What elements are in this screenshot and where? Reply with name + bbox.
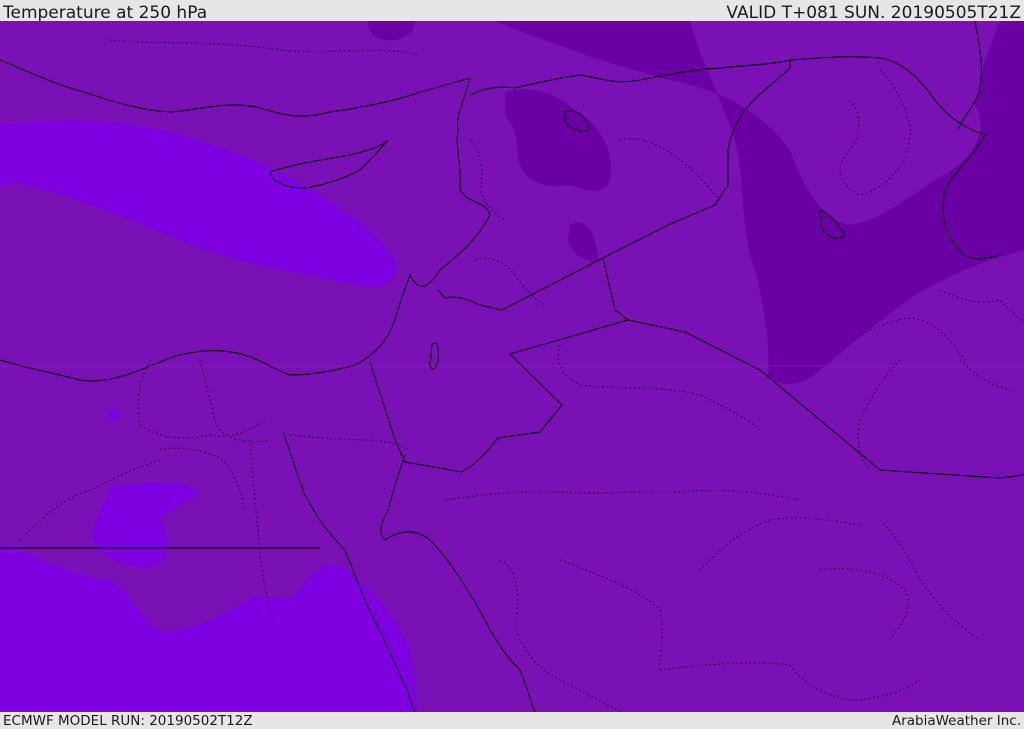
header-bar: Temperature at 250 hPa VALID T+081 SUN. … xyxy=(0,0,1024,23)
map-title: Temperature at 250 hPa xyxy=(3,3,208,23)
weather-map[interactable] xyxy=(0,21,1024,712)
model-run-label: ECMWF MODEL RUN: 20190502T12Z xyxy=(3,713,253,729)
credit-label: ArabiaWeather Inc. xyxy=(891,713,1021,729)
map-canvas xyxy=(0,21,1024,712)
footer-bar: ECMWF MODEL RUN: 20190502T12Z ArabiaWeat… xyxy=(0,712,1024,729)
valid-time-label: VALID T+081 SUN. 20190505T21Z xyxy=(726,3,1021,23)
warm-spot xyxy=(108,409,120,421)
